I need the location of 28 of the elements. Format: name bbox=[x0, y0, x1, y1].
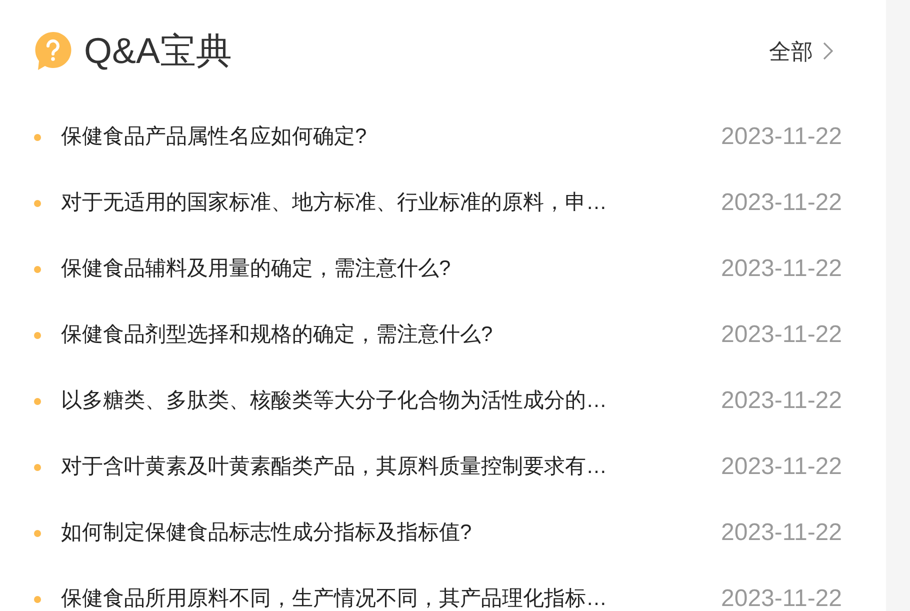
question-link[interactable]: 保健食品所用原料不同，生产情况不同，其产品理化指标… bbox=[61, 583, 607, 611]
bullet-icon bbox=[34, 398, 41, 404]
bullet-icon bbox=[34, 134, 41, 140]
bullet-icon bbox=[34, 464, 41, 470]
date-text: 2023-11-22 bbox=[721, 452, 842, 482]
all-link[interactable]: 全部 bbox=[769, 34, 833, 68]
question-link[interactable]: 如何制定保健食品标志性成分指标及指标值? bbox=[61, 517, 472, 549]
bullet-icon bbox=[34, 332, 41, 338]
bullet-icon bbox=[34, 200, 41, 206]
bullet-icon bbox=[34, 596, 41, 602]
date-text: 2023-11-22 bbox=[721, 320, 842, 350]
section-title: Q&A宝典 bbox=[84, 33, 232, 69]
date-text: 2023-11-22 bbox=[721, 188, 842, 218]
question-link[interactable]: 以多糖类、多肽类、核酸类等大分子化合物为活性成分的… bbox=[61, 385, 607, 417]
bullet-icon bbox=[34, 266, 41, 272]
question-link[interactable]: 保健食品辅料及用量的确定，需注意什么? bbox=[61, 253, 451, 285]
date-text: 2023-11-22 bbox=[721, 518, 842, 548]
question-link[interactable]: 保健食品剂型选择和规格的确定，需注意什么? bbox=[61, 319, 493, 351]
date-text: 2023-11-22 bbox=[721, 584, 842, 611]
question-bubble-icon bbox=[34, 31, 72, 71]
question-link[interactable]: 保健食品产品属性名应如何确定? bbox=[61, 121, 367, 153]
date-text: 2023-11-22 bbox=[721, 122, 842, 152]
date-text: 2023-11-22 bbox=[721, 254, 842, 284]
bullet-icon bbox=[34, 530, 41, 536]
date-text: 2023-11-22 bbox=[721, 386, 842, 416]
question-link[interactable]: 对于含叶黄素及叶黄素酯类产品，其原料质量控制要求有… bbox=[61, 451, 607, 483]
chevron-right-icon bbox=[823, 42, 833, 60]
question-link[interactable]: 对于无适用的国家标准、地方标准、行业标准的原料，申… bbox=[61, 187, 607, 219]
